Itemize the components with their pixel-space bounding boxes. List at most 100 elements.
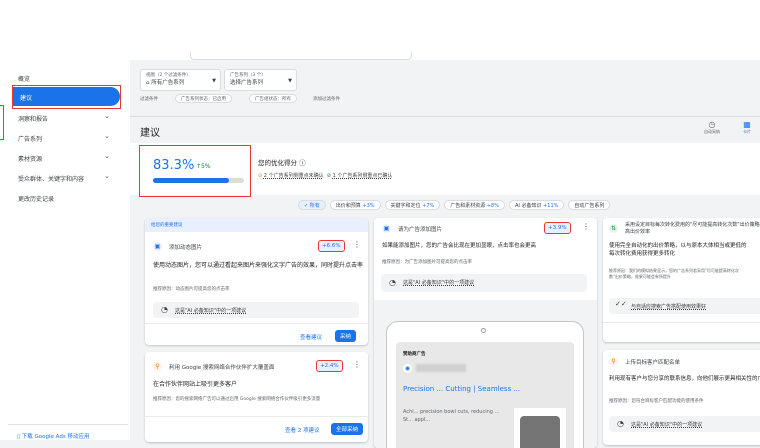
card-description: 如果能添加图片，您的广告会比现在更加显眼，点击率也会更高 <box>382 243 537 249</box>
recommendation-card: 给您的重要建议 ▣ 添加动态图片 +6.6% ⋮ 使用动态图片，您可以通过看起来… <box>145 218 368 345</box>
image-icon: ▣ <box>382 224 391 233</box>
card-title: 利用 Google 搜索网络合作伙伴扩大覆盖面 <box>169 365 275 371</box>
sponsored-label: 赞助商广告 <box>403 352 426 357</box>
more-icon[interactable]: ⋮ <box>353 240 361 249</box>
sidebar-item-change-history[interactable]: 更改历史记录 <box>18 194 54 203</box>
info-icon: ◔ <box>389 278 396 287</box>
history-icon: ◷ <box>708 120 716 129</box>
dropdown-arrow-icon: ▼ <box>212 78 216 84</box>
info-icon: ◔ <box>161 305 168 314</box>
grid-icon: ▦ <box>743 120 751 129</box>
score-progress-fill <box>153 178 229 183</box>
optimization-score-card: 83.3% ↑5% <box>139 145 251 197</box>
score-lift: +2.4% <box>316 360 343 372</box>
category-chip[interactable]: ✓ 所有 <box>298 200 326 210</box>
adaptive-search-note[interactable]: ✓✓ 与自适应搜索广告搭配使用效果好 <box>609 298 760 314</box>
more-icon[interactable]: ⋮ <box>582 222 590 231</box>
card-title: 添加动态图片 <box>169 245 203 251</box>
card-title: 请为广告添加图片 <box>398 227 443 233</box>
search-box[interactable] <box>190 52 412 60</box>
check-circle-icon: ⊘ <box>326 173 331 179</box>
card-reason: 推荐原因：您的搜索网络广告可以通过启用 Google 搜索网络合作伙伴吸引更多流… <box>153 397 321 402</box>
filter-chip-adgroup-status[interactable]: 广告组状态：所有 <box>249 94 297 103</box>
chevron-down-icon[interactable]: ⌄ <box>104 132 110 140</box>
category-chips: ✓ 所有 出价和预算 +3% 关键字和定位 +7% 广告和素材资源 +8% AI 必备知… <box>298 200 611 210</box>
add-filter-link[interactable]: 添加过滤条件 <box>313 96 340 102</box>
card-reason: 推荐原因：动态图片可提高您的点击率 <box>153 287 230 292</box>
recommendation-card: ▣ 请为广告添加图片 +3.9% ⋮ 如果能添加图片，您的广告会比现在更加显眼，… <box>374 218 597 448</box>
view-recommendations-link[interactable]: 查看 2 项建议 <box>285 426 320 434</box>
divider <box>8 424 128 425</box>
card-title: 上传目标客户匹配名单 <box>625 360 681 366</box>
card-description: 使用完全自动化的出价策略，以与原本大体相当或更低的每次转化费用获得更多转化 <box>609 243 747 257</box>
card-reason: 推荐原因：我们的模拟结果显示，您的广告系列若采用"尽可能提高转化次数"出价策略，… <box>609 268 739 279</box>
sidebar-item-audiences[interactable]: 受众群体、关键字和内容 <box>18 174 84 183</box>
sidebar-item-overview[interactable]: 概览 <box>18 74 30 83</box>
ad-preview: 赞助商广告 ◉ Precision ... Cutting | Seamless… <box>374 300 597 448</box>
home-icon: ⌂ <box>146 80 150 86</box>
image-placeholder-icon <box>520 416 560 448</box>
category-chip[interactable]: AI 必备知识 +11% <box>508 200 565 210</box>
sidebar-item-assets[interactable]: 素材资源 <box>18 154 42 163</box>
recommendation-card: ⚲ 上传目标客户匹配名单 利用现有客户与您分享的联系信息，向他们展示更具相关性的… <box>603 350 760 445</box>
card-header: 给您的重要建议 <box>145 218 368 232</box>
chevron-down-icon[interactable]: ⌄ <box>104 152 110 160</box>
apply-button[interactable]: 采纳 <box>335 330 357 342</box>
view-filter[interactable]: 视图（2 个过滤条件） ⌂ 所有广告系列 ▼ <box>140 69 221 91</box>
score-delta: ↑5% <box>196 163 211 170</box>
divider <box>130 116 760 117</box>
campaign-filter[interactable]: 广告系列（3 个） 选择广告系列 ▼ <box>224 69 297 91</box>
ai-essentials-note[interactable]: ◔ 这是"AI 必备知识"中的一项建议 <box>381 274 587 292</box>
score-value: 83.3% <box>153 158 195 173</box>
top-bar <box>0 0 760 60</box>
category-chip[interactable]: 出价和预算 +3% <box>329 200 381 210</box>
view-recommendation-link[interactable]: 查看建议 <box>300 333 322 341</box>
score-progress-bar <box>153 178 244 183</box>
score-title: 您的优化得分 ⓘ <box>258 159 306 167</box>
campaign-focus-status: ⊙ 2 个广告系列侧重点未确认 ⊘ 1 个广告系列侧重点已确认 <box>258 173 393 179</box>
apply-all-button[interactable]: 全部采纳 <box>331 423 364 435</box>
auto-apply-button[interactable]: ◷ 自动采纳 <box>698 120 726 135</box>
sidebar-item-campaigns[interactable]: 广告系列 <box>18 134 42 143</box>
dropdown-arrow-icon: ▼ <box>288 78 292 84</box>
category-chip[interactable]: 关键字和定位 +7% <box>384 200 441 210</box>
filter-label: 过滤条件 <box>140 97 158 102</box>
help-icon[interactable]: ⓘ <box>299 159 306 167</box>
category-chip[interactable]: 广告和素材资源 +8% <box>444 200 505 210</box>
category-chip[interactable]: 自动广告系列 <box>568 200 611 210</box>
globe-icon: ◉ <box>403 364 412 373</box>
ad-body: Achi... precision bowl cuts, reducing ..… <box>403 409 500 423</box>
card-reason: 推荐原因：您符合目标客户匹配功能的使用条件 <box>609 399 704 404</box>
info-icon: ◔ <box>617 419 624 428</box>
more-icon[interactable]: ⋮ <box>353 360 361 369</box>
card-description: 在合作伙伴网站上吸引更多客户 <box>153 381 238 388</box>
card-title: 采用设定目标每次转化费用的"尽可能提高转化次数"出价策略提高出价效率 <box>625 222 760 235</box>
chevron-down-icon[interactable]: ⌄ <box>104 172 110 180</box>
score-lift: +6.6% <box>318 240 345 252</box>
ad-headline: Precision ... Cutting | Seamless ... <box>403 385 521 393</box>
highlight-box <box>12 85 121 109</box>
card-description: 使用动态图片，您可以通过看起来图片来强化文字广告的效果，同时提升点击率 <box>153 262 364 269</box>
ai-essentials-note[interactable]: ◔ 这是"AI 必备知识"中的一项建议 <box>609 416 760 432</box>
search-icon: ⚲ <box>153 362 162 371</box>
highlight-box <box>0 105 4 140</box>
cards-view-button[interactable]: ▦ 卡片 <box>733 120 760 135</box>
card-description: 利用现有客户与您分享的联系信息，向他们展示更具相关性的广告 <box>609 376 760 382</box>
recommendation-card: ⇅ 采用设定目标每次转化费用的"尽可能提高转化次数"出价策略提高出价效率 使用完… <box>603 218 760 342</box>
card-reason: 推荐原因：为广告添加图片可提高您的点击率 <box>382 260 472 265</box>
recommendation-card: ⚲ 利用 Google 搜索网络合作伙伴扩大覆盖面 +2.4% ⋮ 在合作伙伴网… <box>145 352 368 442</box>
phone-frame: 赞助商广告 ◉ Precision ... Cutting | Seamless… <box>386 321 584 448</box>
image-icon: ▣ <box>153 242 162 251</box>
download-app-link[interactable]: ▯ 下载 Google Ads 移动应用 <box>17 432 89 440</box>
filter-chip-campaign-status[interactable]: 广告系列状态：已启用 <box>175 94 232 103</box>
warning-icon: ⊙ <box>258 173 263 179</box>
page-title: 建议 <box>140 128 160 139</box>
chevron-down-icon[interactable]: ⌄ <box>104 112 110 120</box>
sidebar-item-insights[interactable]: 洞察和报告 <box>18 114 48 123</box>
double-check-icon: ✓✓ <box>615 300 627 308</box>
score-lift: +3.9% <box>544 222 571 234</box>
search-icon: ⚲ <box>609 357 618 366</box>
phone-icon: ▯ <box>17 434 21 440</box>
ai-essentials-note[interactable]: ◔ 这是"AI 必备知识"中的一项建议 <box>153 302 359 318</box>
bidding-icon: ⇅ <box>609 224 618 233</box>
